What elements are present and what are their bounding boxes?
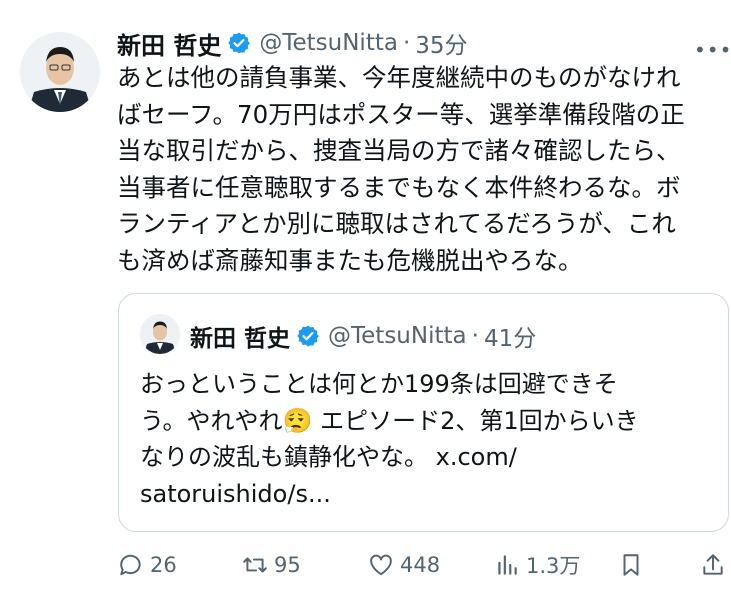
quoted-tweet-timestamp[interactable]: 41分 bbox=[484, 319, 536, 353]
quoted-author-name[interactable]: 新田 哲史 bbox=[190, 319, 290, 353]
tweet-timestamp[interactable]: 35分 bbox=[415, 26, 467, 60]
repost-icon bbox=[243, 557, 267, 573]
like-count: 448 bbox=[400, 553, 441, 577]
avatar-image bbox=[20, 32, 100, 112]
quoted-tweet-text: おっということは何とか199条は回避できそ う。やれやれ😮‍💨 エピソード2、第… bbox=[140, 366, 710, 512]
repost-count: 95 bbox=[274, 553, 301, 577]
tweet-text-line: ばセーフ。70万円はポスター等、選挙準備段階の正 bbox=[117, 99, 685, 129]
quoted-author-avatar[interactable] bbox=[140, 314, 180, 354]
like-icon bbox=[370, 554, 392, 576]
bookmark-button[interactable] bbox=[618, 545, 650, 585]
views-count: 1.3万 bbox=[526, 554, 581, 578]
reply-count: 26 bbox=[150, 553, 177, 577]
share-icon bbox=[703, 554, 723, 575]
share-button[interactable] bbox=[700, 545, 731, 585]
tweet-text: あとは他の請負事業、今年度継続中のものがなけれ ばセーフ。70万円はポスター等、… bbox=[117, 60, 727, 279]
author-name[interactable]: 新田 哲史 bbox=[117, 26, 221, 61]
author-handle[interactable]: @TetsuNitta bbox=[259, 30, 398, 56]
like-button[interactable]: 448 bbox=[368, 545, 440, 585]
separator-dot: · bbox=[402, 30, 411, 56]
quoted-author-handle[interactable]: @TetsuNitta bbox=[328, 323, 467, 349]
tweet-text-line: あとは他の請負事業、今年度継続中のものがなけれ bbox=[117, 63, 681, 92]
quoted-text-line: おっということは何とか199条は回避できそ bbox=[140, 370, 618, 398]
views-icon bbox=[498, 555, 517, 575]
separator-dot: · bbox=[471, 323, 479, 349]
tweet-text-line: ランティアとか別に聴取はされてるだろうが、これ bbox=[117, 209, 676, 238]
bookmark-icon bbox=[623, 554, 639, 576]
quoted-text-line: satoruishido/s... bbox=[140, 479, 331, 508]
tweet-header: 新田 哲史 @TetsuNitta · 35分 bbox=[117, 26, 468, 60]
repost-button[interactable]: 95 bbox=[242, 545, 301, 585]
tweet-text-line: 当事者に任意聴取するまでもなく本件終わるな。ボ bbox=[117, 172, 681, 202]
author-avatar[interactable] bbox=[20, 32, 100, 112]
quoted-text-line: う。やれやれ😮‍💨 エピソード2、第1回からいき bbox=[140, 406, 639, 435]
tweet-text-line: 当な取引だから、捜査当局の方で諸々確認したら、 bbox=[117, 136, 681, 165]
tweet-text-line: も済めば斎藤知事またも危機脱出やろな。 bbox=[117, 245, 583, 275]
reply-icon bbox=[120, 554, 141, 576]
tweet-actions-bar: 26 95 448 1.3万 bbox=[0, 545, 731, 585]
quoted-text-line: なりの波乱も鎮静化やな。 x.com/ bbox=[140, 443, 517, 471]
verified-badge-icon bbox=[228, 32, 251, 54]
views-button[interactable]: 1.3万 bbox=[494, 545, 580, 585]
reply-button[interactable]: 26 bbox=[118, 545, 177, 585]
quoted-avatar-image bbox=[140, 314, 180, 354]
verified-badge-icon bbox=[297, 325, 319, 347]
quoted-tweet-header: 新田 哲史 @TetsuNitta · 41分 bbox=[190, 320, 536, 352]
more-icon[interactable]: ••• bbox=[694, 38, 731, 62]
